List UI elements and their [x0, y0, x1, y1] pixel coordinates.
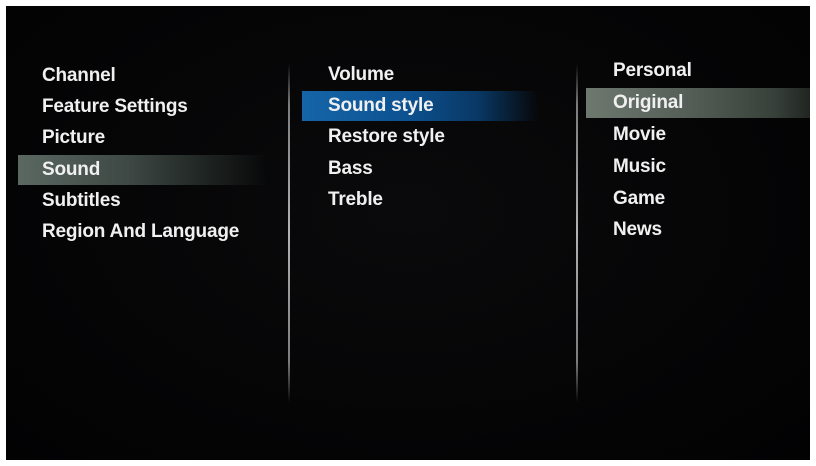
menu-item-label: Feature Settings	[42, 96, 188, 117]
menu-item-label: Region And Language	[42, 221, 240, 242]
menu-item-region-and-language[interactable]: Region And Language	[42, 217, 239, 247]
option-label: News	[613, 219, 662, 240]
menu-item-label: Subtitles	[42, 190, 121, 211]
menu-item-bass[interactable]: Bass	[328, 154, 373, 184]
menu-item-label: Channel	[42, 65, 116, 86]
menu-item-label: Bass	[328, 158, 373, 179]
menu-item-sound[interactable]: Sound	[18, 155, 267, 185]
option-original[interactable]: Original	[586, 88, 810, 118]
menu-item-channel[interactable]: Channel	[42, 61, 116, 91]
menu-item-label: Sound style	[328, 95, 434, 116]
menu-item-label: Restore style	[328, 126, 445, 147]
menu-item-label: Sound	[42, 159, 101, 180]
option-label: Personal	[613, 60, 692, 81]
column-divider	[576, 64, 578, 402]
option-label: Movie	[613, 124, 666, 145]
menu-item-label: Treble	[328, 189, 383, 210]
sound-style-menu: Personal Original Movie Music Game News	[580, 6, 810, 460]
tv-settings-screen: Channel Feature Settings Picture Sound S…	[6, 6, 810, 460]
menu-item-picture[interactable]: Picture	[42, 123, 105, 153]
menu-item-label: Picture	[42, 127, 106, 148]
option-news[interactable]: News	[613, 215, 662, 245]
option-label: Game	[613, 188, 666, 209]
option-music[interactable]: Music	[613, 152, 666, 182]
menu-item-restore-style[interactable]: Restore style	[328, 122, 445, 152]
option-label: Original	[613, 92, 684, 113]
menu-item-sound-style[interactable]: Sound style	[302, 91, 538, 121]
menu-item-feature-settings[interactable]: Feature Settings	[42, 92, 188, 122]
sound-menu: Volume Sound style Restore style Bass Tr…	[290, 6, 578, 460]
menu-item-label: Volume	[328, 64, 395, 85]
option-movie[interactable]: Movie	[613, 120, 666, 150]
option-label: Music	[613, 156, 666, 177]
main-menu: Channel Feature Settings Picture Sound S…	[6, 6, 288, 460]
menu-item-treble[interactable]: Treble	[328, 185, 383, 215]
option-game[interactable]: Game	[613, 184, 665, 214]
option-personal[interactable]: Personal	[613, 56, 692, 86]
menu-item-volume[interactable]: Volume	[328, 60, 394, 90]
menu-item-subtitles[interactable]: Subtitles	[42, 186, 121, 216]
